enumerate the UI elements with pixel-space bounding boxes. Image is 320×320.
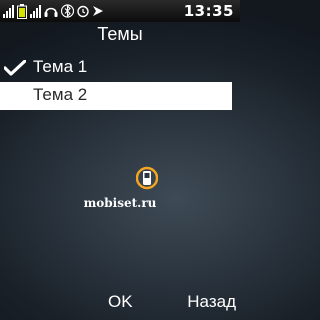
theme-item-label: Тема 2 xyxy=(33,85,88,104)
alarm-icon xyxy=(77,5,89,18)
watermark-logo-icon xyxy=(136,166,158,190)
nav-arrow-icon xyxy=(93,6,103,16)
network-bars-icon xyxy=(30,5,41,18)
theme-list: Тема 1 Тема 2 xyxy=(0,54,240,110)
watermark-text: mobiset.ru xyxy=(83,196,157,210)
softkey-bar: OK Назад xyxy=(0,286,240,320)
status-bar: 13:35 xyxy=(0,0,240,22)
theme-item-label: Тема 1 xyxy=(33,57,88,76)
headset-icon xyxy=(44,7,58,17)
bluetooth-icon xyxy=(61,4,74,18)
battery-icon xyxy=(17,3,27,19)
status-icons xyxy=(0,0,104,22)
signal-bars-icon xyxy=(3,5,14,18)
clock: 13:35 xyxy=(183,2,234,20)
screen-title: Темы xyxy=(97,24,143,44)
back-softkey[interactable]: Назад xyxy=(187,292,236,312)
theme-item-2[interactable]: Тема 2 xyxy=(0,82,232,110)
checkmark-icon xyxy=(4,60,26,76)
theme-item-1[interactable]: Тема 1 xyxy=(0,54,240,82)
ok-softkey[interactable]: OK xyxy=(108,292,133,312)
